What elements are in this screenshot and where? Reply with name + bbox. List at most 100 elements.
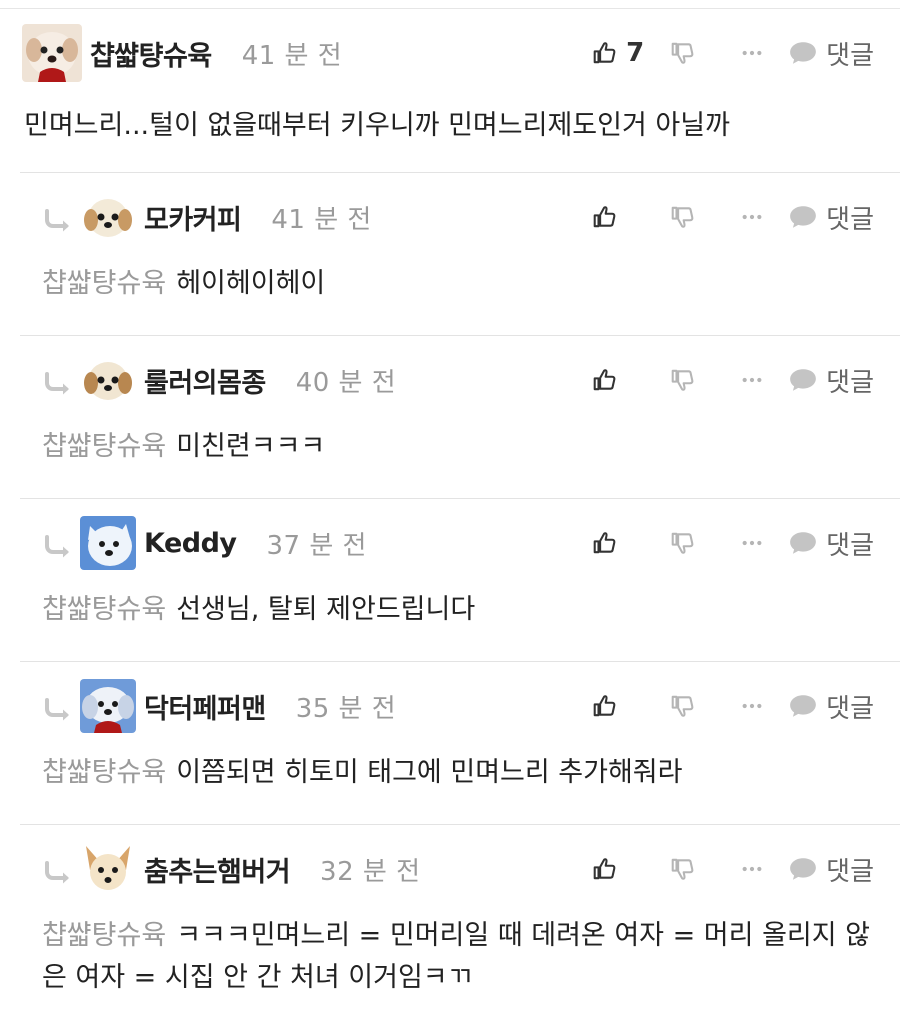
dislike-button[interactable] bbox=[670, 693, 710, 719]
more-button[interactable] bbox=[732, 539, 772, 547]
like-count: 7 bbox=[626, 38, 645, 68]
thumbs-up-icon bbox=[592, 693, 618, 719]
reply-button[interactable]: 댓글 bbox=[788, 525, 874, 562]
like-button[interactable] bbox=[592, 204, 656, 230]
thumbs-down-icon bbox=[670, 204, 696, 230]
avatar[interactable] bbox=[80, 353, 136, 407]
thumbs-up-icon bbox=[592, 40, 618, 66]
reply-button[interactable]: 댓글 bbox=[788, 851, 874, 888]
thumbs-down-icon bbox=[670, 530, 696, 556]
reply-item: 춤추는햄버거 32 분 전 댓글 챱쌻턍슈육 ㅋㅋㅋ민며느리 = 민머리일 때 데… bbox=[20, 824, 900, 1024]
comment-item: 챱쌻턍슈육 41 분 전 7 댓글 민며느리...털이 없을때부터 키우니까 민… bbox=[0, 8, 900, 172]
reply-mention[interactable]: 챱쌻턍슈육 bbox=[42, 268, 166, 299]
like-button[interactable] bbox=[592, 856, 656, 882]
reply-nickname[interactable]: 닥터페퍼맨 bbox=[144, 687, 266, 726]
more-button[interactable] bbox=[732, 702, 772, 710]
avatar[interactable] bbox=[80, 516, 136, 570]
more-dots-icon bbox=[741, 49, 763, 57]
reply-time: 40 분 전 bbox=[295, 367, 397, 398]
reply-arrow-icon bbox=[36, 523, 80, 563]
reply-time: 37 분 전 bbox=[266, 530, 367, 561]
reply-text: 챱쌻턍슈육 헤이헤이헤이 bbox=[42, 263, 876, 305]
reply-label: 댓글 bbox=[826, 693, 874, 724]
thumbs-up-icon bbox=[592, 367, 618, 393]
dislike-button[interactable] bbox=[670, 367, 710, 393]
like-button[interactable] bbox=[592, 693, 656, 719]
reply-content: ㅋㅋㅋ민며느리 = 민머리일 때 데려온 여자 = 머리 올리지 않은 여자 =… bbox=[42, 920, 871, 993]
reply-mention[interactable]: 챱쌻턍슈육 bbox=[42, 594, 166, 625]
reply-nickname[interactable]: 모카커피 bbox=[144, 198, 242, 237]
reply-content: 선생님, 탈퇴 제안드립니다 bbox=[176, 594, 476, 625]
speech-bubble-icon bbox=[788, 856, 818, 882]
like-button[interactable] bbox=[592, 367, 656, 393]
comment-time: 41 분 전 bbox=[241, 40, 343, 71]
reply-label: 댓글 bbox=[826, 856, 874, 887]
like-button[interactable]: 7 bbox=[592, 38, 656, 68]
more-dots-icon bbox=[741, 702, 763, 710]
reply-arrow-icon bbox=[36, 197, 80, 237]
avatar[interactable] bbox=[22, 24, 82, 82]
speech-bubble-icon bbox=[788, 367, 818, 393]
thumbs-down-icon bbox=[670, 856, 696, 882]
reply-mention[interactable]: 챱쌻턍슈육 bbox=[42, 920, 166, 951]
reply-actions: 댓글 bbox=[592, 839, 874, 899]
reply-time: 32 분 전 bbox=[320, 856, 421, 887]
reply-actions: 댓글 bbox=[592, 513, 874, 573]
more-button[interactable] bbox=[732, 865, 772, 873]
thumbs-down-icon bbox=[670, 367, 696, 393]
reply-button[interactable]: 댓글 bbox=[788, 199, 874, 236]
reply-arrow-icon bbox=[36, 686, 80, 726]
reply-nickname[interactable]: 룰러의몸종 bbox=[144, 361, 266, 400]
reply-text: 챱쌻턍슈육 ㅋㅋㅋ민며느리 = 민머리일 때 데려온 여자 = 머리 올리지 않은… bbox=[42, 915, 876, 999]
avatar[interactable] bbox=[80, 190, 136, 244]
reply-time: 35 분 전 bbox=[295, 693, 397, 724]
reply-actions: 댓글 bbox=[592, 676, 874, 736]
reply-button[interactable]: 댓글 bbox=[788, 362, 874, 399]
more-button[interactable] bbox=[732, 376, 772, 384]
more-button[interactable] bbox=[732, 213, 772, 221]
reply-item: Keddy 37 분 전 댓글 챱쌻턍슈육 선생님, 탈퇴 제안드립니다 bbox=[20, 498, 900, 661]
comment-nickname[interactable]: 챱쌻턍슈육 bbox=[90, 34, 212, 73]
reply-label: 댓글 bbox=[826, 367, 874, 398]
avatar[interactable] bbox=[80, 842, 136, 896]
dislike-button[interactable] bbox=[670, 856, 710, 882]
speech-bubble-icon bbox=[788, 693, 818, 719]
reply-content: 미친련ㅋㅋㅋ bbox=[176, 431, 326, 462]
reply-actions: 댓글 bbox=[592, 350, 874, 410]
thumbs-up-icon bbox=[592, 530, 618, 556]
comment-actions: 7 댓글 bbox=[592, 23, 874, 83]
more-dots-icon bbox=[741, 865, 763, 873]
thumbs-down-icon bbox=[670, 693, 696, 719]
avatar[interactable] bbox=[80, 679, 136, 733]
reply-label: 댓글 bbox=[826, 530, 874, 561]
reply-text: 챱쌻턍슈육 미친련ㅋㅋㅋ bbox=[42, 426, 876, 468]
reply-label: 댓글 bbox=[826, 40, 874, 71]
dislike-button[interactable] bbox=[670, 204, 710, 230]
reply-arrow-icon bbox=[36, 360, 80, 400]
reply-button[interactable]: 댓글 bbox=[788, 35, 874, 72]
thumbs-down-icon bbox=[670, 40, 696, 66]
reply-content: 헤이헤이헤이 bbox=[176, 268, 326, 299]
reply-time: 41 분 전 bbox=[271, 204, 372, 235]
reply-mention[interactable]: 챱쌻턍슈육 bbox=[42, 757, 166, 788]
reply-label: 댓글 bbox=[826, 204, 874, 235]
thumbs-up-icon bbox=[592, 204, 618, 230]
speech-bubble-icon bbox=[788, 530, 818, 556]
reply-item: 모카커피 41 분 전 댓글 챱쌻턍슈육 헤이헤이헤이 bbox=[20, 172, 900, 335]
reply-nickname[interactable]: 춤추는햄버거 bbox=[144, 850, 291, 889]
like-button[interactable] bbox=[592, 530, 656, 556]
reply-nickname[interactable]: Keddy bbox=[144, 528, 237, 559]
reply-text: 챱쌻턍슈육 선생님, 탈퇴 제안드립니다 bbox=[42, 589, 876, 631]
reply-mention[interactable]: 챱쌻턍슈육 bbox=[42, 431, 166, 462]
reply-arrow-icon bbox=[36, 849, 80, 889]
dislike-button[interactable] bbox=[670, 530, 710, 556]
more-dots-icon bbox=[741, 213, 763, 221]
reply-actions: 댓글 bbox=[592, 187, 874, 247]
more-button[interactable] bbox=[732, 49, 772, 57]
dislike-button[interactable] bbox=[670, 40, 710, 66]
more-dots-icon bbox=[741, 539, 763, 547]
reply-text: 챱쌻턍슈육 이쯤되면 히토미 태그에 민며느리 추가해줘라 bbox=[42, 752, 876, 794]
reply-content: 이쯤되면 히토미 태그에 민며느리 추가해줘라 bbox=[176, 757, 683, 788]
reply-button[interactable]: 댓글 bbox=[788, 688, 874, 725]
thumbs-up-icon bbox=[592, 856, 618, 882]
